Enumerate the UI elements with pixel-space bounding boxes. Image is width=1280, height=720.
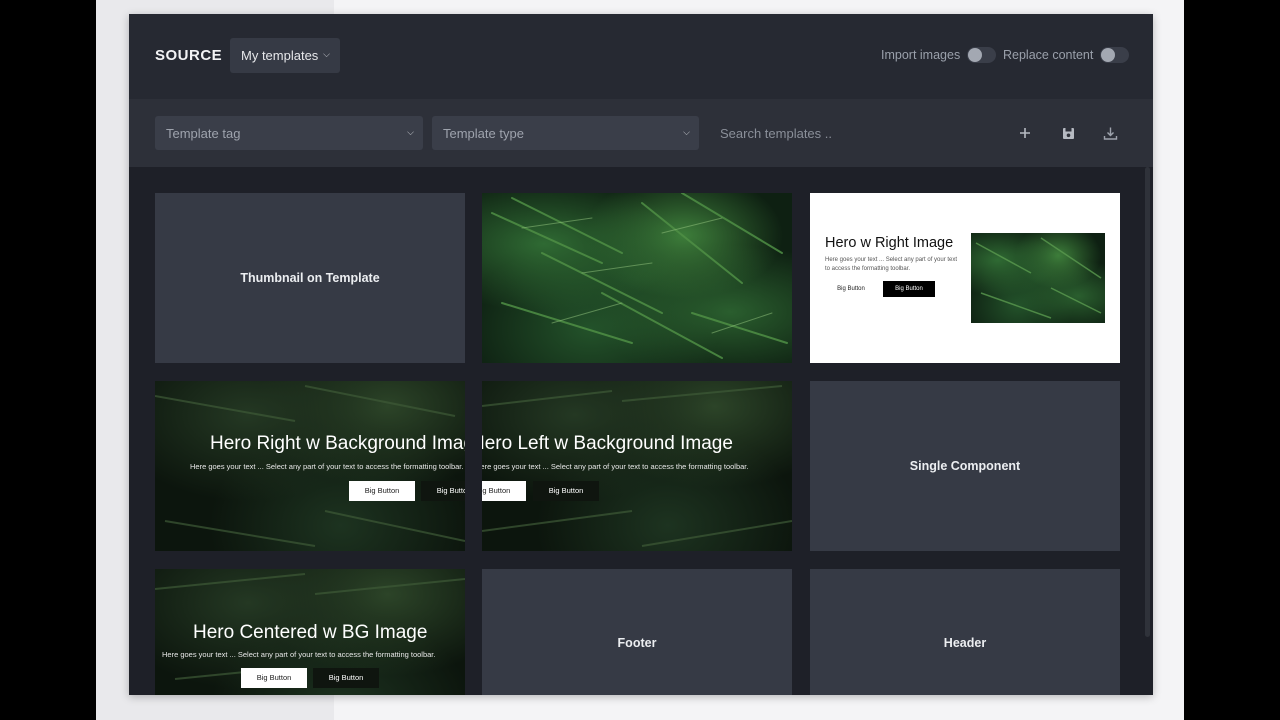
chevron-down-icon: ⌵ (323, 49, 330, 59)
hero-title: Hero Left w Background Image (482, 433, 733, 454)
modal-header: SOURCE My templates ⌵ Import images Repl… (129, 14, 1153, 99)
download-button[interactable] (1100, 123, 1120, 143)
toggle-knob (968, 48, 983, 62)
template-type-placeholder: Template type (443, 126, 524, 141)
template-card-single-component[interactable]: Single Component (810, 381, 1120, 551)
template-grid: Thumbnail on Template Hero w Right Image… (155, 193, 1121, 695)
hero-title: Hero Centered w BG Image (193, 622, 428, 643)
template-card-footer[interactable]: Footer (482, 569, 792, 695)
template-card-header[interactable]: Header (810, 569, 1120, 695)
template-card-thumbnail[interactable]: Thumbnail on Template (155, 193, 465, 363)
replace-content-label: Replace content (1003, 48, 1094, 62)
save-template-button[interactable] (1058, 123, 1078, 143)
big-button: Big Button (241, 668, 307, 688)
card-title: Thumbnail on Template (240, 271, 380, 285)
plus-icon (1020, 128, 1030, 138)
toggle-knob (1101, 48, 1116, 62)
card-title: Footer (617, 636, 657, 650)
hero-image (971, 233, 1105, 323)
replace-content-toggle-group: Replace content (1003, 47, 1130, 63)
big-button-dark: Big Button (883, 281, 935, 297)
source-label: SOURCE (155, 47, 223, 64)
template-tag-select[interactable]: Template tag ⌵ (155, 116, 423, 150)
chevron-down-icon: ⌵ (683, 127, 690, 137)
save-icon (1062, 127, 1074, 139)
hero-text: Here goes your text ... Select any part … (190, 462, 464, 471)
big-button: Big Button (482, 481, 526, 501)
import-images-toggle-group: Import images (881, 47, 997, 63)
template-card-hero-right-bg[interactable]: Hero Right w Background Image Here goes … (155, 381, 465, 551)
template-card-jungle-image[interactable] (482, 193, 792, 363)
source-select[interactable]: My templates ⌵ (230, 38, 340, 73)
big-button: Big Button (349, 481, 415, 501)
hero-text: Here goes your text ... Select any part … (825, 257, 958, 272)
template-type-select[interactable]: Template type ⌵ (432, 116, 699, 150)
template-card-hero-left-bg[interactable]: Hero Left w Background Image Here goes y… (482, 381, 792, 551)
card-title: Header (943, 636, 987, 650)
template-manager-modal: SOURCE My templates ⌵ Import images Repl… (129, 14, 1153, 695)
search-input[interactable] (709, 116, 969, 150)
template-card-hero-centered-bg[interactable]: Hero Centered w BG Image Here goes your … (155, 569, 465, 695)
import-images-toggle[interactable] (967, 47, 997, 63)
download-icon (1103, 127, 1117, 140)
hero-text: Here goes your text ... Select any part … (482, 462, 749, 471)
chevron-down-icon: ⌵ (407, 127, 414, 137)
big-button-dark: Big Button (313, 668, 379, 688)
add-template-button[interactable] (1015, 123, 1035, 143)
big-button-dark: Big Button (421, 481, 465, 501)
template-tag-placeholder: Template tag (166, 126, 241, 141)
card-title: Single Component (909, 459, 1021, 473)
template-card-hero-right-image[interactable]: Hero w Right Image Here goes your text .… (810, 193, 1120, 363)
source-select-value: My templates (241, 48, 319, 63)
filter-bar: Template tag ⌵ Template type ⌵ (129, 99, 1153, 167)
hero-text: Here goes your text ... Select any part … (162, 650, 436, 659)
big-button: Big Button (825, 281, 877, 297)
screen: SOURCE My templates ⌵ Import images Repl… (0, 0, 1280, 720)
import-images-label: Import images (881, 48, 961, 62)
palm-fronds-illustration (491, 193, 788, 359)
replace-content-toggle[interactable] (1100, 47, 1130, 63)
big-button-dark: Big Button (533, 481, 599, 501)
scrollbar[interactable] (1145, 167, 1150, 637)
hero-title: Hero w Right Image (825, 235, 954, 251)
jungle-image (482, 193, 792, 363)
hero-title: Hero Right w Background Image (210, 433, 465, 454)
